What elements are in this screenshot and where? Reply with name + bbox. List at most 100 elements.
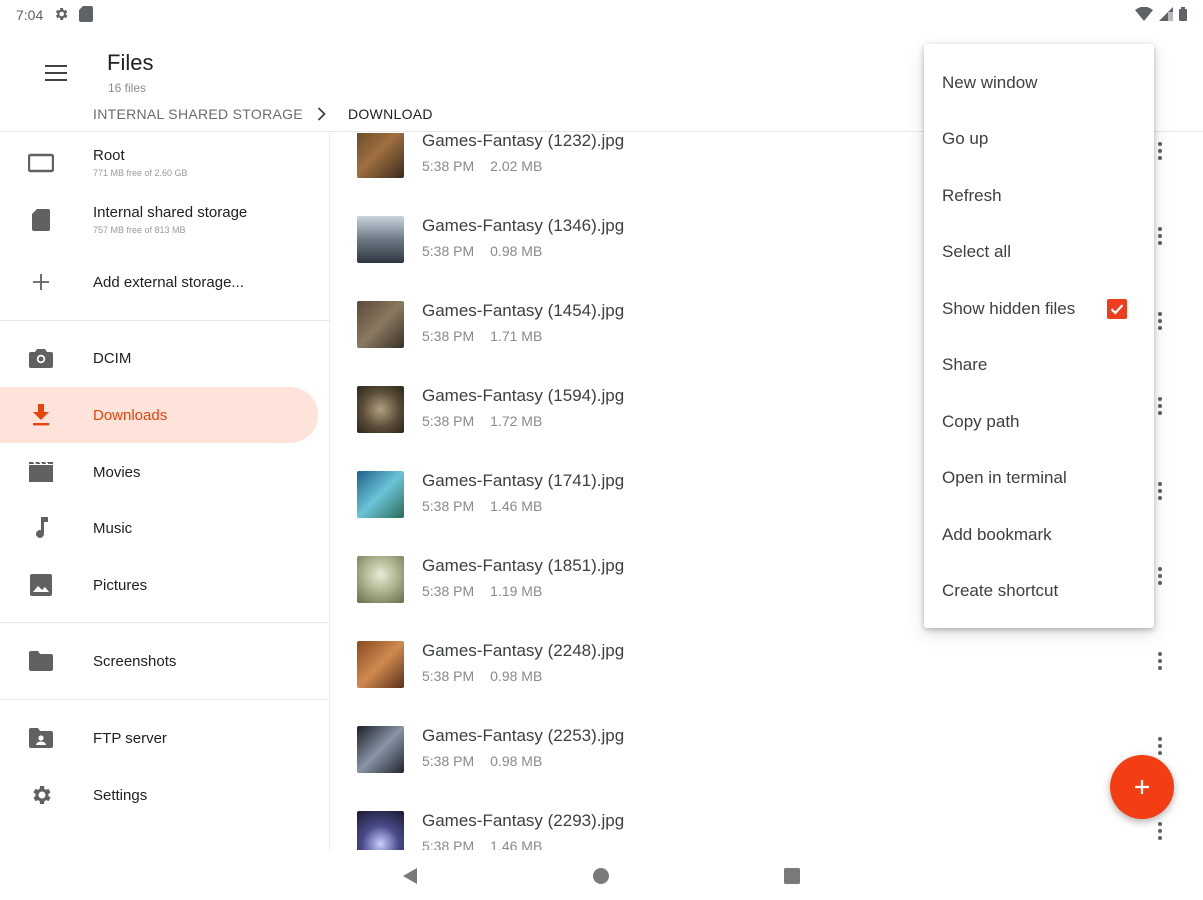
sidebar-item-label: Movies xyxy=(93,463,141,481)
menu-item-open-in-terminal[interactable]: Open in terminal xyxy=(924,450,1154,506)
sidebar-item-movies[interactable]: Movies xyxy=(0,444,318,500)
sd-card-icon xyxy=(28,207,54,233)
menu-item-create-shortcut[interactable]: Create shortcut xyxy=(924,563,1154,619)
file-size: 1.72 MB xyxy=(490,413,543,429)
file-thumbnail xyxy=(357,386,404,433)
storage-free-text: 757 MB free of 813 MB xyxy=(93,225,186,235)
file-name: Games-Fantasy (1232).jpg xyxy=(422,133,625,150)
file-row[interactable]: Games-Fantasy (2293).jpg 5:38 PM 1.46 MB xyxy=(330,811,1203,850)
gear-icon xyxy=(28,782,54,808)
sidebar-item-dcim[interactable]: DCIM xyxy=(0,330,318,386)
file-name: Games-Fantasy (1454).jpg xyxy=(422,301,625,320)
recents-button[interactable] xyxy=(780,864,804,888)
more-options-button[interactable] xyxy=(1150,732,1170,760)
breadcrumb-internal-storage[interactable]: INTERNAL SHARED STORAGE xyxy=(93,106,303,122)
sidebar-item-add-external-storage[interactable]: Add external storage... xyxy=(0,254,318,310)
sidebar-item-settings[interactable]: Settings xyxy=(0,767,318,823)
movie-icon xyxy=(28,459,54,485)
hamburger-menu-button[interactable] xyxy=(36,58,76,88)
sidebar-item-root[interactable]: Root 771 MB free of 2.60 GB xyxy=(0,135,318,191)
file-meta: 5:38 PM 2.02 MB xyxy=(422,158,542,174)
file-name: Games-Fantasy (2248).jpg xyxy=(422,641,625,660)
sidebar-item-label: Settings xyxy=(93,786,148,804)
file-name: Games-Fantasy (1594).jpg xyxy=(422,386,625,405)
divider xyxy=(0,622,330,623)
file-meta: 5:38 PM 0.98 MB xyxy=(422,668,542,684)
sidebar-item-internal-storage[interactable]: Internal shared storage 757 MB free of 8… xyxy=(0,192,318,248)
file-thumbnail xyxy=(357,216,404,263)
file-meta: 5:38 PM 1.72 MB xyxy=(422,413,542,429)
file-size: 0.98 MB xyxy=(490,668,543,684)
sidebar-item-label: FTP server xyxy=(93,729,167,747)
sidebar-item-label: Screenshots xyxy=(93,652,177,670)
recents-square-icon xyxy=(784,868,800,884)
file-row[interactable]: Games-Fantasy (2248).jpg 5:38 PM 0.98 MB xyxy=(330,641,1203,726)
file-time: 5:38 PM xyxy=(422,158,475,174)
plus-icon xyxy=(1135,780,1149,794)
folder-icon xyxy=(28,648,54,674)
music-note-icon xyxy=(28,515,54,541)
wifi-icon xyxy=(1135,6,1153,24)
add-fab-button[interactable] xyxy=(1110,755,1174,819)
file-thumbnail xyxy=(357,726,404,773)
back-triangle-icon xyxy=(403,868,417,884)
chevron-right-icon xyxy=(317,107,326,121)
file-meta: 5:38 PM 1.71 MB xyxy=(422,328,542,344)
home-button[interactable] xyxy=(589,864,613,888)
navigation-drawer: Root 771 MB free of 2.60 GB Internal sha… xyxy=(0,133,330,850)
menu-item-add-bookmark[interactable]: Add bookmark xyxy=(924,507,1154,563)
ftp-folder-icon xyxy=(28,725,54,751)
menu-item-new-window[interactable]: New window xyxy=(924,55,1154,111)
page-title: Files xyxy=(107,50,154,75)
sidebar-item-screenshots[interactable]: Screenshots xyxy=(0,633,318,689)
more-options-button[interactable] xyxy=(1150,647,1170,675)
sidebar-item-pictures[interactable]: Pictures xyxy=(0,557,318,613)
menu-item-refresh[interactable]: Refresh xyxy=(924,168,1154,224)
file-meta: 5:38 PM 1.19 MB xyxy=(422,583,542,599)
breadcrumb-download[interactable]: DOWNLOAD xyxy=(348,106,433,122)
file-thumbnail xyxy=(357,811,404,850)
file-name: Games-Fantasy (1741).jpg xyxy=(422,471,625,490)
back-button[interactable] xyxy=(398,864,422,888)
overflow-menu: New window Go up Refresh Select all Show… xyxy=(924,44,1154,628)
home-circle-icon xyxy=(593,868,609,884)
file-thumbnail xyxy=(357,133,404,178)
file-time: 5:38 PM xyxy=(422,753,475,769)
divider xyxy=(0,320,330,321)
sidebar-item-downloads[interactable]: Downloads xyxy=(0,387,318,443)
menu-item-share[interactable]: Share xyxy=(924,337,1154,393)
file-size: 2.02 MB xyxy=(490,158,543,174)
sidebar-item-ftp-server[interactable]: FTP server xyxy=(0,710,318,766)
plus-icon xyxy=(28,269,54,295)
menu-item-copy-path[interactable]: Copy path xyxy=(924,394,1154,450)
file-name: Games-Fantasy (1346).jpg xyxy=(422,216,625,235)
menu-item-label: Show hidden files xyxy=(942,299,1076,318)
battery-icon xyxy=(1179,6,1187,24)
sidebar-item-label: Downloads xyxy=(93,406,168,424)
file-time: 5:38 PM xyxy=(422,243,475,259)
camera-icon xyxy=(28,345,54,371)
file-count: 16 files xyxy=(108,81,147,95)
file-meta: 5:38 PM 0.98 MB xyxy=(422,243,542,259)
status-time: 7:04 xyxy=(16,7,44,23)
sidebar-item-music[interactable]: Music xyxy=(0,500,318,556)
sd-card-icon xyxy=(79,5,94,25)
breadcrumb: INTERNAL SHARED STORAGE DOWNLOAD xyxy=(93,106,433,122)
file-row[interactable]: Games-Fantasy (2253).jpg 5:38 PM 0.98 MB xyxy=(330,726,1203,811)
sidebar-item-label: Root xyxy=(93,147,125,164)
menu-item-go-up[interactable]: Go up xyxy=(924,111,1154,167)
menu-item-select-all[interactable]: Select all xyxy=(924,224,1154,280)
file-thumbnail xyxy=(357,556,404,603)
divider xyxy=(0,699,330,700)
file-time: 5:38 PM xyxy=(422,838,475,850)
signal-icon xyxy=(1159,6,1173,24)
image-icon xyxy=(28,572,54,598)
file-size: 1.19 MB xyxy=(490,583,543,599)
file-name: Games-Fantasy (2293).jpg xyxy=(422,811,625,830)
file-meta: 5:38 PM 1.46 MB xyxy=(422,498,542,514)
show-hidden-files-checkbox[interactable] xyxy=(1107,299,1127,319)
more-options-button[interactable] xyxy=(1150,817,1170,845)
menu-item-show-hidden-files[interactable]: Show hidden files xyxy=(924,281,1154,337)
file-size: 1.71 MB xyxy=(490,328,543,344)
file-time: 5:38 PM xyxy=(422,668,475,684)
